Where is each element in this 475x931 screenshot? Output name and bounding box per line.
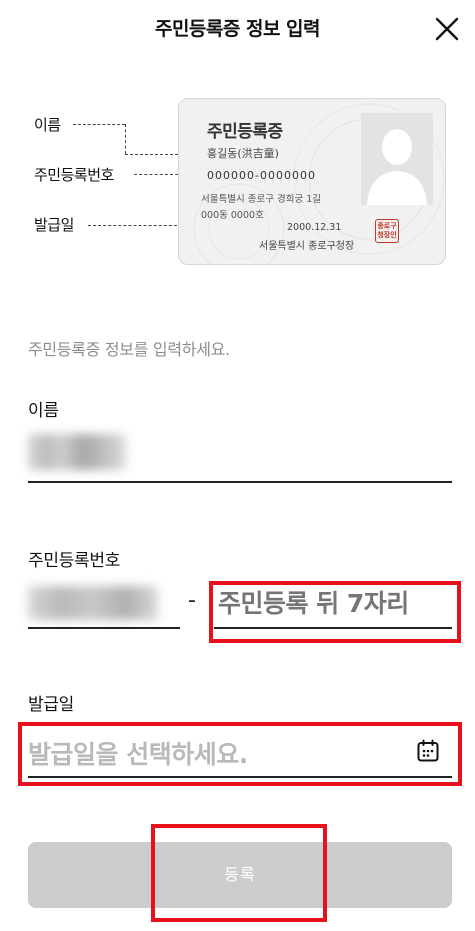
rrn-back-underline bbox=[214, 627, 452, 629]
rrn-separator: - bbox=[188, 588, 196, 613]
pointer-line-name-vertical bbox=[125, 124, 126, 154]
page-title: 주민등록증 정보 입력 bbox=[154, 18, 321, 40]
id-card-sample: 주민등록증 홍길동(洪吉童) 000000-0000000 서울특별시 종로구 … bbox=[178, 98, 446, 265]
issue-date-underline bbox=[28, 776, 452, 778]
register-button[interactable]: 등록 bbox=[28, 842, 452, 908]
pointer-line-name bbox=[73, 124, 125, 125]
diagram-label-name: 이름 bbox=[34, 116, 61, 134]
rrn-front-value-redacted[interactable] bbox=[28, 586, 158, 620]
card-issuer: 서울특별시 종로구청장 bbox=[259, 241, 355, 252]
card-rrn: 000000-0000000 bbox=[207, 169, 316, 182]
name-label: 이름 bbox=[28, 401, 59, 421]
rrn-front-underline bbox=[28, 627, 180, 629]
close-icon[interactable] bbox=[432, 14, 462, 44]
calendar-icon[interactable] bbox=[416, 739, 440, 763]
card-issue-date: 2000.12.31 bbox=[287, 222, 342, 233]
card-address-line2: 000동 0000호 bbox=[201, 210, 264, 221]
name-field-underline bbox=[28, 481, 452, 483]
rrn-label: 주민등록번호 bbox=[28, 551, 121, 571]
rrn-back-input[interactable] bbox=[218, 585, 450, 621]
issue-date-input[interactable]: 발급일을 선택하세요. bbox=[28, 735, 248, 771]
name-value-redacted[interactable] bbox=[28, 434, 126, 470]
issue-date-label: 발급일 bbox=[28, 695, 75, 715]
id-card-diagram: 이름 주민등록번호 발급일 주민등록증 홍길동(洪吉童) 000000-0000… bbox=[0, 90, 475, 280]
diagram-label-issue-date: 발급일 bbox=[34, 216, 74, 234]
card-address-line1: 서울특별시 종로구 경희궁 1길 bbox=[201, 194, 321, 205]
card-title: 주민등록증 bbox=[207, 122, 283, 142]
card-seal: 종로구청장인 bbox=[375, 219, 399, 243]
diagram-label-rrn: 주민등록번호 bbox=[34, 166, 114, 184]
header: 주민등록증 정보 입력 bbox=[0, 0, 475, 56]
card-holder-name: 홍길동(洪吉童) bbox=[207, 147, 279, 160]
instruction-text: 주민등록증 정보를 입력하세요. bbox=[28, 340, 230, 359]
person-silhouette-icon bbox=[361, 113, 433, 205]
